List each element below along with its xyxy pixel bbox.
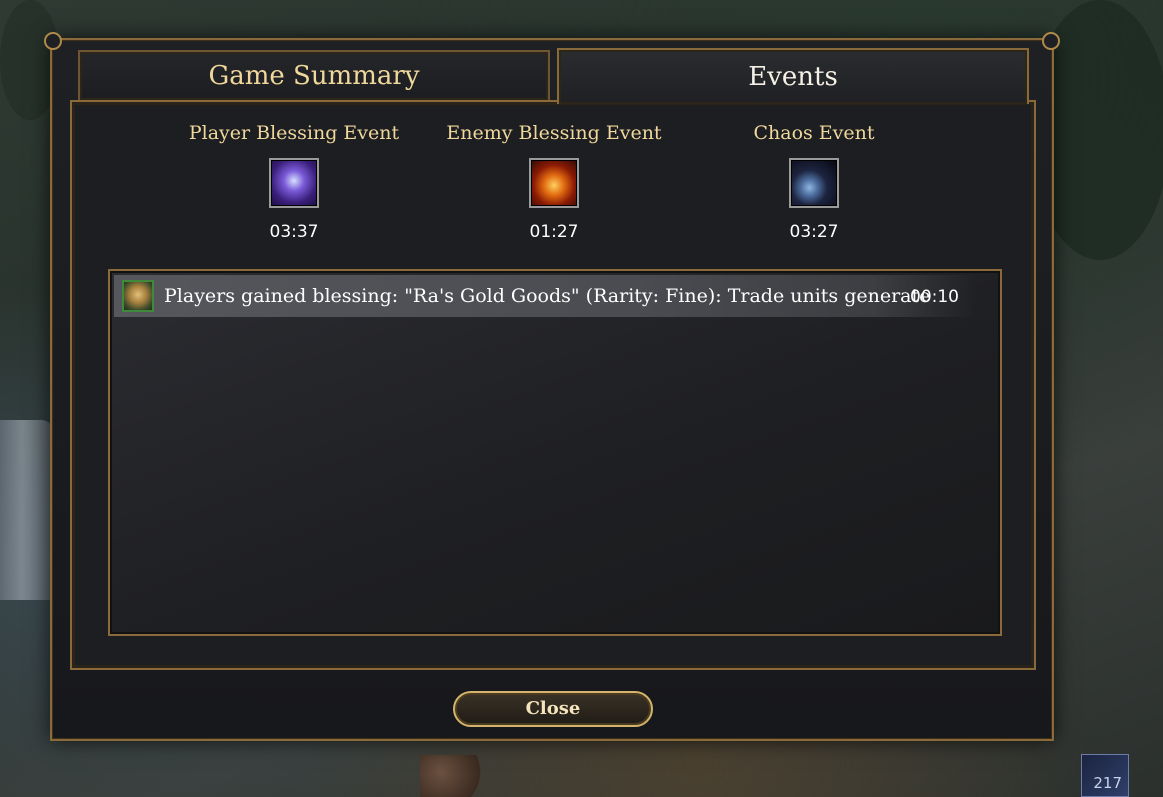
events-panel: Player Blessing Event 03:37 Enemy Blessi… [70, 100, 1036, 670]
player-blessing-event: Player Blessing Event 03:37 [164, 122, 424, 242]
log-timestamp: 00:10 [910, 287, 959, 307]
log-message: Players gained blessing: "Ra's Gold Good… [164, 285, 931, 307]
enemy-blessing-event: Enemy Blessing Event 01:27 [424, 122, 684, 242]
event-log[interactable]: Players gained blessing: "Ra's Gold Good… [108, 269, 1002, 636]
event-time: 01:27 [529, 222, 579, 242]
event-title: Player Blessing Event [188, 122, 400, 144]
tab-game-summary[interactable]: Game Summary [78, 50, 550, 100]
list-item[interactable]: Players gained blessing: "Ra's Gold Good… [114, 275, 976, 317]
camel-trader-icon [122, 280, 154, 312]
hud-unit-slot[interactable]: 217 [1081, 754, 1129, 797]
events-dialog: Game Summary Events Player Blessing Even… [44, 32, 1060, 741]
event-time: 03:27 [789, 222, 839, 242]
background-units [420, 755, 490, 797]
tab-events[interactable]: Events [557, 48, 1029, 104]
event-title: Enemy Blessing Event [446, 122, 662, 144]
chaos-event: Chaos Event 03:27 [684, 122, 944, 242]
event-title: Chaos Event [753, 122, 875, 144]
fire-demon-icon[interactable] [529, 158, 579, 208]
close-button[interactable]: Close [453, 691, 653, 727]
hud-unit-count: 217 [1093, 774, 1122, 792]
event-time: 03:37 [269, 222, 319, 242]
lightning-staff-icon[interactable] [269, 158, 319, 208]
planet-meteor-icon[interactable] [789, 158, 839, 208]
background-building [0, 420, 55, 600]
